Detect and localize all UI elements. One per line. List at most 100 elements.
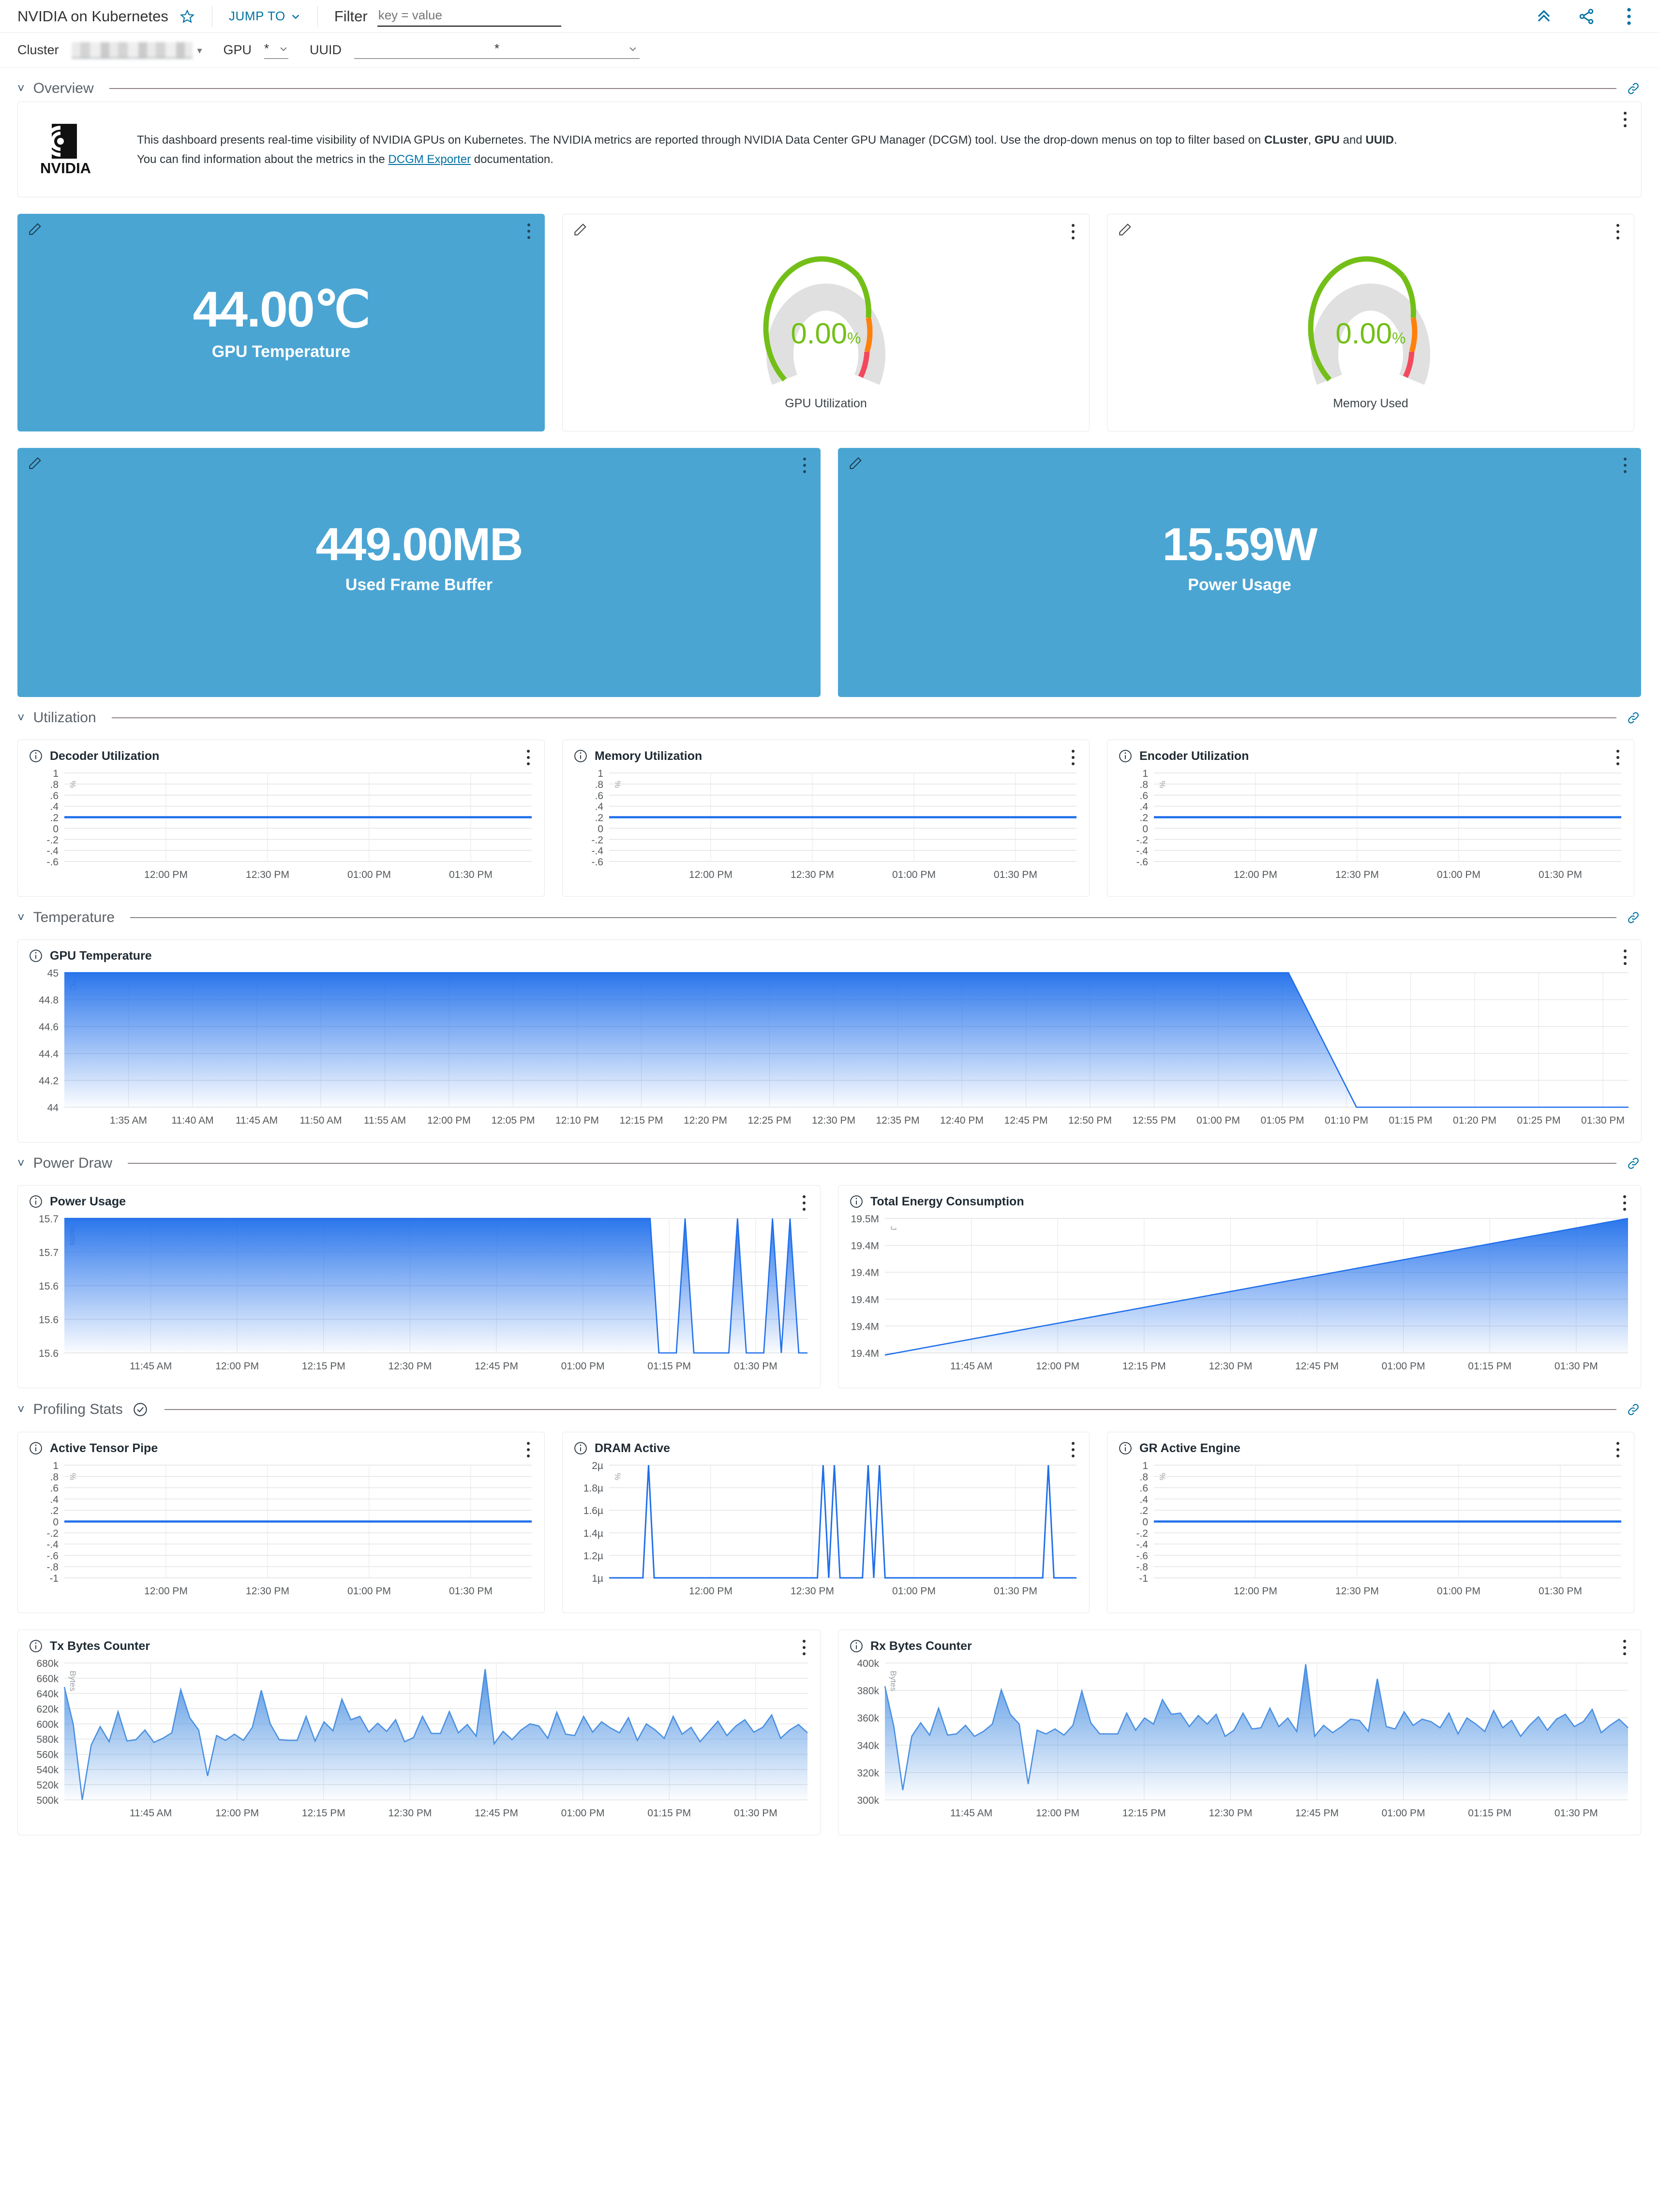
section-header-temperature[interactable]: ˅ Temperature bbox=[17, 897, 1642, 931]
section-header-overview[interactable]: ˅ Overview bbox=[17, 68, 1642, 102]
kebab-menu-icon[interactable] bbox=[1619, 7, 1639, 26]
chart-canvas-decoder-utilization[interactable]: 1.8.6.4.2 0 -.2 -.4 -.6% 12:00 PM 12:30 PM 01:0… bbox=[18, 766, 544, 890]
panel-menu-button[interactable] bbox=[797, 1637, 811, 1658]
svg-text:300k: 300k bbox=[857, 1795, 879, 1806]
svg-text:11:45 AM: 11:45 AM bbox=[950, 1808, 992, 1819]
chevron-down-icon[interactable]: ˅ bbox=[17, 82, 25, 95]
gpu-label: GPU bbox=[223, 43, 252, 57]
edit-pencil-icon[interactable] bbox=[1117, 222, 1134, 238]
bold-uuid: UUID bbox=[1365, 134, 1394, 147]
panel-menu-button[interactable] bbox=[521, 747, 536, 768]
panel-menu-button[interactable] bbox=[1617, 1637, 1632, 1658]
filter-input[interactable] bbox=[377, 6, 561, 27]
edit-pencil-icon[interactable] bbox=[848, 456, 864, 472]
panel-menu-button[interactable] bbox=[1066, 1439, 1080, 1460]
link-icon[interactable] bbox=[1625, 710, 1642, 726]
svg-text:01:15 PM: 01:15 PM bbox=[647, 1808, 691, 1819]
svg-text:%: % bbox=[68, 1473, 77, 1480]
section-header-profiling-stats[interactable]: ˅ Profiling Stats bbox=[17, 1388, 1642, 1423]
chevron-down-icon[interactable]: ˅ bbox=[17, 712, 25, 724]
panel-menu-button[interactable] bbox=[1611, 221, 1625, 242]
panel-menu-button[interactable] bbox=[1066, 747, 1080, 768]
svg-text:01:30 PM: 01:30 PM bbox=[449, 869, 493, 880]
chart-canvas-encoder-utilization[interactable]: 1.8.6.4.2 0 -.2 -.4 -.6% 12:00 PM 12:30 PM 01:0… bbox=[1107, 766, 1634, 890]
link-icon[interactable] bbox=[1625, 909, 1642, 926]
dcgm-exporter-link[interactable]: DCGM Exporter bbox=[388, 153, 471, 166]
svg-text:1.2µ: 1.2µ bbox=[583, 1550, 603, 1561]
panel-menu-button[interactable] bbox=[522, 221, 536, 242]
chevron-down-icon bbox=[280, 47, 287, 51]
svg-text:.6: .6 bbox=[1139, 790, 1148, 802]
svg-text:.4: .4 bbox=[595, 802, 603, 813]
panel-menu-button[interactable] bbox=[1066, 221, 1080, 242]
chevron-down-icon[interactable]: ˅ bbox=[17, 1157, 25, 1170]
panel-menu-button[interactable] bbox=[521, 1439, 536, 1460]
cluster-select[interactable]: ▾ bbox=[71, 42, 202, 59]
info-icon bbox=[30, 1640, 42, 1652]
link-icon[interactable] bbox=[1625, 1401, 1642, 1418]
description-text: This dashboard presents real-time visibi… bbox=[137, 134, 1397, 166]
panel-menu-button[interactable] bbox=[1618, 947, 1632, 968]
gauge-value-wrap: 0.00% bbox=[1107, 317, 1634, 350]
link-icon[interactable] bbox=[1625, 1155, 1642, 1172]
gauge-value: 0.00 bbox=[1335, 317, 1392, 350]
panel-menu-button[interactable] bbox=[797, 1192, 811, 1214]
divider bbox=[109, 88, 1616, 89]
panel-title: Decoder Utilization bbox=[50, 749, 160, 763]
edit-pencil-icon[interactable] bbox=[27, 456, 44, 472]
variable-bar: Cluster ▾ GPU * UUID * bbox=[0, 33, 1659, 68]
share-icon[interactable] bbox=[1577, 7, 1596, 26]
chart-canvas-total-energy-consumption[interactable]: 19.5M 19.4M 19.4M 19.4M 19.4M 19.4M J 11:45 AM 1… bbox=[838, 1212, 1641, 1381]
svg-text:1: 1 bbox=[53, 768, 59, 779]
panel-menu-button[interactable] bbox=[1618, 455, 1632, 476]
chart-canvas-memory-utilization[interactable]: 1.8.6.4.2 0 -.2 -.4 -.6% 12:00 PM 12:30 PM 01:0… bbox=[563, 766, 1089, 890]
star-outline-icon[interactable] bbox=[179, 8, 195, 25]
svg-text:01:30 PM: 01:30 PM bbox=[1554, 1361, 1598, 1372]
top-toolbar: NVIDIA on Kubernetes JUMP TO Filter bbox=[0, 0, 1659, 33]
chart-canvas-rx-bytes-counter[interactable]: 400k 380k 360k 340k 320k 300k Bytes 11:45 AM 12:… bbox=[838, 1656, 1641, 1828]
jump-to-button[interactable]: JUMP TO bbox=[229, 9, 301, 24]
chart-panel-gpu-temperature: GPU Temperature 4544.844.644.444.244°C1:… bbox=[17, 939, 1642, 1143]
double-chevron-up-icon[interactable] bbox=[1534, 7, 1554, 26]
panel-menu-button[interactable] bbox=[1611, 1439, 1625, 1460]
panel-menu-button[interactable] bbox=[797, 455, 812, 476]
gauge-panel-gpu-utilization: 0.00% GPU Utilization bbox=[562, 214, 1090, 431]
svg-text:12:00 PM: 12:00 PM bbox=[1234, 1586, 1277, 1597]
info-icon bbox=[574, 1442, 587, 1455]
chart-canvas-active-tensor-pipe[interactable]: 1.8.6.4.2 0 -.2 -.4 -.6 -.8 -1% 12:00 PM 12:30 P… bbox=[18, 1458, 544, 1606]
chart-panel-tx-bytes-counter: Tx Bytes Counter 680k 660k 640k 620k 600k 580… bbox=[17, 1630, 821, 1835]
section-header-power-draw[interactable]: ˅ Power Draw bbox=[17, 1143, 1642, 1176]
svg-text:.6: .6 bbox=[50, 790, 59, 802]
divider bbox=[164, 1409, 1616, 1410]
chart-canvas-tx-bytes-counter[interactable]: 680k 660k 640k 620k 600k 580k 560k 540k 520k 500k… bbox=[18, 1656, 820, 1828]
panel-title: Rx Bytes Counter bbox=[870, 1639, 972, 1653]
chart-canvas-power-usage[interactable]: 15.715.715.615.615.6watts11:45 AM12:00 P… bbox=[18, 1212, 820, 1381]
svg-text:0: 0 bbox=[53, 823, 59, 834]
svg-text:11:50 AM: 11:50 AM bbox=[299, 1115, 342, 1126]
svg-text:-.4: -.4 bbox=[46, 846, 59, 857]
svg-text:380k: 380k bbox=[857, 1686, 879, 1697]
gpu-select[interactable]: * bbox=[264, 41, 289, 59]
edit-pencil-icon[interactable] bbox=[572, 222, 589, 238]
svg-text:15.6: 15.6 bbox=[39, 1348, 59, 1359]
svg-text:12:10 PM: 12:10 PM bbox=[555, 1115, 599, 1126]
chart-panel-total-energy-consumption: Total Energy Consumption 19.5M 19.4M 19.4M… bbox=[838, 1185, 1641, 1388]
svg-text:1: 1 bbox=[1142, 1460, 1148, 1471]
edit-pencil-icon[interactable] bbox=[27, 222, 44, 238]
link-icon[interactable] bbox=[1625, 80, 1642, 97]
chart-canvas-dram-active[interactable]: 2µ 1.8µ 1.6µ 1.4µ 1.2µ 1µ% 12:00 PM 12:30 PM 01:… bbox=[563, 1458, 1089, 1606]
panel-menu-button[interactable] bbox=[1617, 1192, 1632, 1214]
svg-text:%: % bbox=[1158, 781, 1167, 788]
chart-canvas-gr-active-engine[interactable]: 1.8.6.4.2 0 -.2 -.4 -.6 -.8 -1% 12:00 PM 12:30 P… bbox=[1107, 1458, 1634, 1606]
section-header-utilization[interactable]: ˅ Utilization bbox=[17, 697, 1642, 731]
svg-text:%: % bbox=[613, 781, 622, 788]
panel-menu-button[interactable] bbox=[1611, 747, 1625, 768]
chevron-down-icon[interactable]: ˅ bbox=[17, 1403, 25, 1416]
panel-menu-button[interactable] bbox=[1618, 109, 1632, 130]
chevron-down-icon[interactable]: ˅ bbox=[17, 911, 25, 924]
svg-text:44.8: 44.8 bbox=[39, 995, 59, 1006]
chart-canvas-gpu-temperature[interactable]: 4544.844.644.444.244°C1:35 AM11:40 AM11:… bbox=[18, 966, 1641, 1136]
gpu-value: * bbox=[264, 41, 269, 56]
svg-text:12:45 PM: 12:45 PM bbox=[1295, 1808, 1339, 1819]
uuid-select[interactable]: * bbox=[354, 41, 640, 59]
